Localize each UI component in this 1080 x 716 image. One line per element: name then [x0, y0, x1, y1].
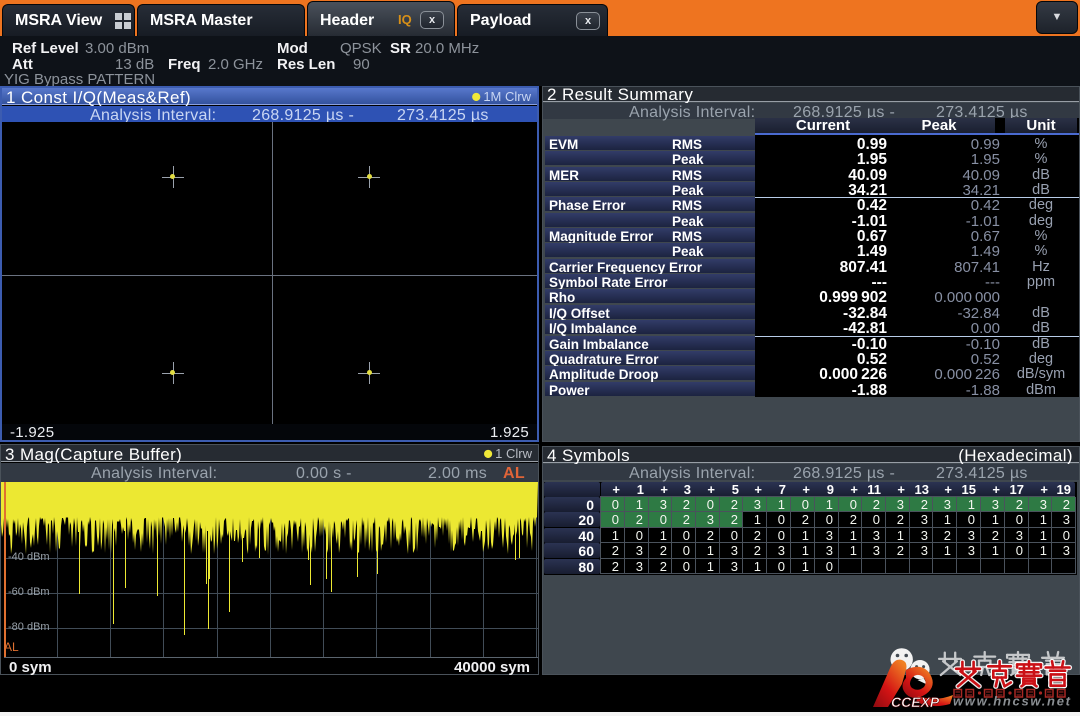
svg-text:CCEXP: CCEXP	[891, 694, 940, 710]
svg-text:www.hncsw.net: www.hncsw.net	[953, 694, 1072, 709]
